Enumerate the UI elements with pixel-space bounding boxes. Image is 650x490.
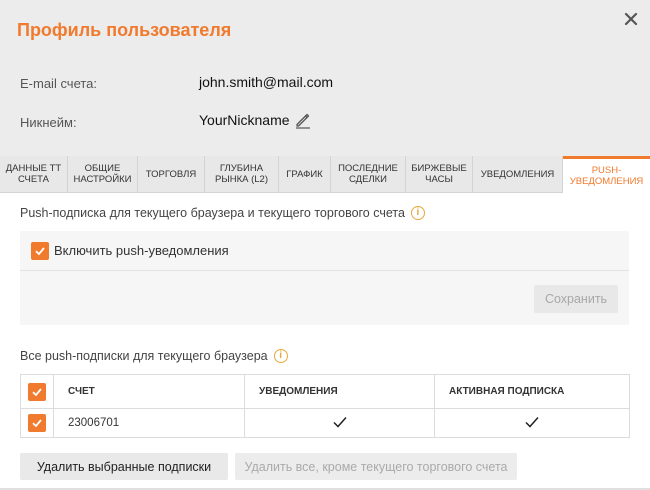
checkmark-icon xyxy=(332,416,347,428)
save-button[interactable]: Сохранить xyxy=(534,285,618,313)
tab-market-depth[interactable]: ГЛУБИНА РЫНКА (L2) xyxy=(205,156,279,192)
tab-exchange-hours[interactable]: БИРЖЕВЫЕ ЧАСЫ xyxy=(406,156,473,192)
subscriptions-table: СЧЕТ УВЕДОМЛЕНИЯ АКТИВНАЯ ПОДПИСКА 23006… xyxy=(20,374,630,438)
info-icon[interactable]: i xyxy=(273,349,288,363)
enable-push-label: Включить push-уведомления xyxy=(54,243,229,258)
tab-label: ГРАФИК xyxy=(286,168,323,180)
column-header-account: СЧЕТ xyxy=(53,374,245,409)
tab-notifications[interactable]: УВЕДОМЛЕНИЯ xyxy=(473,156,563,192)
tab-label: PUSH-УВЕДОМЛЕНИЯ xyxy=(569,165,644,187)
nickname-label: Никнейм: xyxy=(20,115,77,130)
tab-label: ГЛУБИНА РЫНКА (L2) xyxy=(214,163,268,185)
check-icon xyxy=(35,247,45,256)
push-section-title: Push-подписка для текущего браузера и те… xyxy=(20,206,425,220)
check-icon xyxy=(32,387,42,396)
tab-general-settings[interactable]: ОБЩИЕ НАСТРОЙКИ xyxy=(68,156,138,192)
column-header-notifications: УВЕДОМЛЕНИЯ xyxy=(244,374,435,409)
divider xyxy=(20,270,629,271)
tab-trading[interactable]: ТОРГОВЛЯ xyxy=(138,156,205,192)
tab-push-notifications[interactable]: PUSH-УВЕДОМЛЕНИЯ xyxy=(563,156,650,193)
tab-label: ТОРГОВЛЯ xyxy=(145,168,197,180)
table-row: 23006701 xyxy=(20,408,630,438)
push-section-title-text: Push-подписка для текущего браузера и те… xyxy=(20,206,405,220)
push-settings-panel: Включить push-уведомления Сохранить xyxy=(20,231,629,325)
check-icon xyxy=(32,419,42,428)
delete-all-except-current-button[interactable]: Удалить все, кроме текущего торгового сч… xyxy=(235,453,517,480)
notifications-cell xyxy=(244,408,435,438)
dialog-header: Профиль пользователя E-mail счета: john.… xyxy=(0,0,650,156)
table-header-row: СЧЕТ УВЕДОМЛЕНИЯ АКТИВНАЯ ПОДПИСКА xyxy=(20,374,630,409)
subs-section-title-text: Все push-подписки для текущего браузера xyxy=(20,349,268,363)
tab-bar: ДАННЫЕ ТТ СЧЕТА ОБЩИЕ НАСТРОЙКИ ТОРГОВЛЯ… xyxy=(0,156,650,193)
tab-label: ОБЩИЕ НАСТРОЙКИ xyxy=(73,163,132,185)
email-label: E-mail счета: xyxy=(20,76,98,91)
tab-chart[interactable]: ГРАФИК xyxy=(279,156,331,192)
info-icon[interactable]: i xyxy=(410,206,425,220)
pencil-icon[interactable] xyxy=(294,111,312,129)
tab-label: ПОСЛЕДНИЕ СДЕЛКИ xyxy=(338,163,398,185)
enable-push-checkbox[interactable] xyxy=(31,242,49,260)
tab-label: ДАННЫЕ ТТ СЧЕТА xyxy=(5,163,62,185)
subs-section-title: Все push-подписки для текущего браузера … xyxy=(20,349,288,363)
column-header-active-subscription: АКТИВНАЯ ПОДПИСКА xyxy=(434,374,630,409)
select-all-checkbox[interactable] xyxy=(28,382,46,401)
active-subscription-cell xyxy=(434,408,630,438)
tab-label: УВЕДОМЛЕНИЯ xyxy=(480,168,555,180)
tab-account-data[interactable]: ДАННЫЕ ТТ СЧЕТА xyxy=(0,156,68,192)
tab-last-trades[interactable]: ПОСЛЕДНИЕ СДЕЛКИ xyxy=(331,156,406,192)
checkmark-icon xyxy=(525,416,539,428)
select-all-cell xyxy=(20,374,54,409)
dialog-title: Профиль пользователя xyxy=(17,20,232,40)
close-icon[interactable] xyxy=(620,8,642,30)
row-select-cell xyxy=(20,408,54,438)
nickname-value: YourNickname xyxy=(199,112,290,128)
account-cell: 23006701 xyxy=(53,408,245,438)
email-value: john.smith@mail.com xyxy=(199,74,334,90)
delete-selected-button[interactable]: Удалить выбранные подписки xyxy=(20,453,228,480)
row-checkbox[interactable] xyxy=(28,414,46,432)
tab-label: БИРЖЕВЫЕ ЧАСЫ xyxy=(411,163,467,185)
